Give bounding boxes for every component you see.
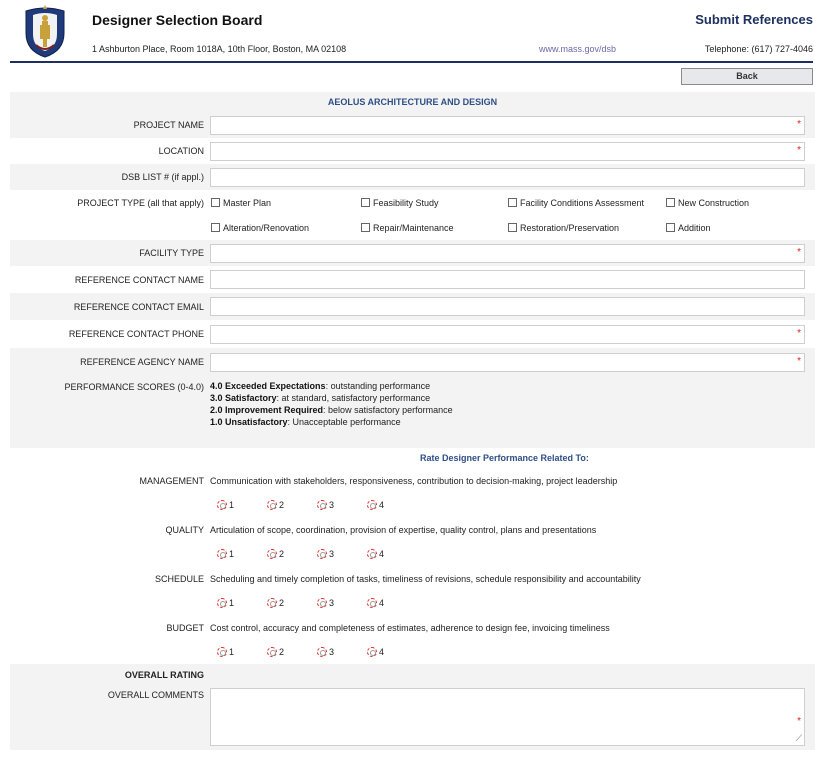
telephone: Telephone: (617) 727-4046 [704,44,813,54]
location-row: LOCATION * [10,138,815,164]
checkbox-addition[interactable]: Addition [666,223,711,233]
project-name-row: PROJECT NAME * [10,112,815,138]
schedule-rating-group: 1 2 3 4 [10,591,815,615]
score-2: 2.0 Improvement Required: below satisfac… [210,405,453,415]
reference-form: AEOLUS ARCHITECTURE AND DESIGN PROJECT N… [10,92,815,750]
rating-radio-4[interactable]: 4 [367,549,417,559]
checkbox-restoration-preservation[interactable]: Restoration/Preservation [508,223,666,233]
header-divider [10,61,813,63]
contact-name-label: REFERENCE CONTACT NAME [74,274,204,285]
resize-grip-icon[interactable]: ⟋ [796,734,802,743]
score-1: 1.0 Unsatisfactory: Unacceptable perform… [210,417,401,427]
contact-name-input[interactable] [210,270,805,289]
required-marker: * [797,716,801,727]
rating-radio-4[interactable]: 4 [367,647,417,657]
project-type-label: PROJECT TYPE (all that apply) [77,198,204,208]
rating-radio-4[interactable]: 4 [367,598,417,608]
page-header: Designer Selection Board 1 Ashburton Pla… [0,0,815,63]
dsb-list-input[interactable] [210,167,805,187]
project-name-label: PROJECT NAME [133,120,204,130]
contact-email-input[interactable] [210,297,805,316]
facility-type-select[interactable]: * [210,243,805,263]
criterion-description: Communication with stakeholders, respons… [210,475,618,486]
rating-radio-1[interactable]: 1 [217,647,267,657]
checkbox-repair-maintenance[interactable]: Repair/Maintenance [361,223,508,233]
rating-radio-3[interactable]: 3 [317,647,367,657]
checkbox-feasibility-study[interactable]: Feasibility Study [361,198,508,208]
required-marker: * [797,355,801,367]
criterion-management: MANAGEMENT Communication with stakeholde… [10,468,815,493]
dsb-list-label: DSB LIST # (if appl.) [121,172,204,182]
rating-radio-2[interactable]: 2 [267,647,317,657]
rating-radio-2[interactable]: 2 [267,549,317,559]
facility-type-label: FACILITY TYPE [139,248,204,258]
required-marker: * [797,144,801,156]
contact-name-row: REFERENCE CONTACT NAME [10,266,815,293]
criterion-schedule: SCHEDULE Scheduling and timely completio… [10,566,815,591]
required-marker: * [797,327,801,339]
location-input[interactable]: * [210,141,805,161]
performance-scores-label: PERFORMANCE SCORES (0-4.0) [64,382,204,392]
quality-rating-group: 1 2 3 4 [10,542,815,566]
score-3: 3.0 Satisfactory: at standard, satisfact… [210,393,431,403]
criterion-description: Scheduling and timely completion of task… [210,573,641,584]
dsb-list-row: DSB LIST # (if appl.) [10,164,815,190]
criterion-quality: QUALITY Articulation of scope, coordinat… [10,517,815,542]
rating-radio-1[interactable]: 1 [217,598,267,608]
checkbox-new-construction[interactable]: New Construction [666,198,749,208]
rating-radio-4[interactable]: 4 [367,500,417,510]
rating-radio-3[interactable]: 3 [317,598,367,608]
contact-phone-input[interactable]: * [210,324,805,344]
agency-name-input[interactable]: * [210,352,805,372]
contact-email-row: REFERENCE CONTACT EMAIL [10,293,815,320]
checkbox-facility-conditions[interactable]: Facility Conditions Assessment [508,198,666,208]
criterion-label: QUALITY [165,524,204,535]
contact-phone-row: REFERENCE CONTACT PHONE * [10,320,815,348]
agency-name-label: REFERENCE AGENCY NAME [80,357,204,367]
overall-rating-row: OVERALL RATING [10,664,815,686]
location-label: LOCATION [158,146,204,156]
project-name-input[interactable]: * [210,115,805,135]
massachusetts-seal-icon [25,5,65,58]
project-type-row: PROJECT TYPE (all that apply) Master Pla… [10,190,815,240]
agency-name-row: REFERENCE AGENCY NAME * [10,348,815,376]
criterion-description: Cost control, accuracy and completeness … [210,622,610,633]
overall-comments-label: OVERALL COMMENTS [107,690,204,700]
rating-radio-3[interactable]: 3 [317,500,367,510]
score-legend: 4.0 Exceeded Expectations: outstanding p… [210,376,815,432]
rate-performance-heading: Rate Designer Performance Related To: [10,448,815,468]
management-rating-group: 1 2 3 4 [10,493,815,517]
required-marker: * [797,118,801,130]
rating-radio-2[interactable]: 2 [267,598,317,608]
overall-comments-row: OVERALL COMMENTS * ⟋ [10,686,815,750]
rating-radio-1[interactable]: 1 [217,549,267,559]
budget-rating-group: 1 2 3 4 [10,640,815,664]
performance-scores-row: PERFORMANCE SCORES (0-4.0) 4.0 Exceeded … [10,376,815,448]
rating-radio-3[interactable]: 3 [317,549,367,559]
facility-type-row: FACILITY TYPE * [10,240,815,266]
criterion-budget: BUDGET Cost control, accuracy and comple… [10,615,815,640]
website-link[interactable]: www.mass.gov/dsb [539,44,616,54]
criterion-description: Articulation of scope, coordination, pro… [210,524,597,535]
overall-rating-label: OVERALL RATING [124,670,204,680]
contact-email-label: REFERENCE CONTACT EMAIL [73,301,204,312]
checkbox-alteration-renovation[interactable]: Alteration/Renovation [211,223,361,233]
rating-radio-2[interactable]: 2 [267,500,317,510]
criterion-label: SCHEDULE [154,573,204,584]
page-title: Submit References [695,12,813,27]
criterion-label: MANAGEMENT [139,475,204,486]
overall-comments-textarea[interactable]: * ⟋ [210,688,805,746]
org-address: 1 Ashburton Place, Room 1018A, 10th Floo… [92,44,347,54]
checkbox-master-plan[interactable]: Master Plan [211,198,361,208]
back-button[interactable]: Back [681,68,813,85]
firm-name: AEOLUS ARCHITECTURE AND DESIGN [10,92,815,112]
score-4: 4.0 Exceeded Expectations: outstanding p… [210,381,431,391]
criterion-label: BUDGET [166,622,204,633]
required-marker: * [797,246,801,258]
rating-radio-1[interactable]: 1 [217,500,267,510]
org-title: Designer Selection Board [92,12,263,28]
contact-phone-label: REFERENCE CONTACT PHONE [68,329,204,339]
